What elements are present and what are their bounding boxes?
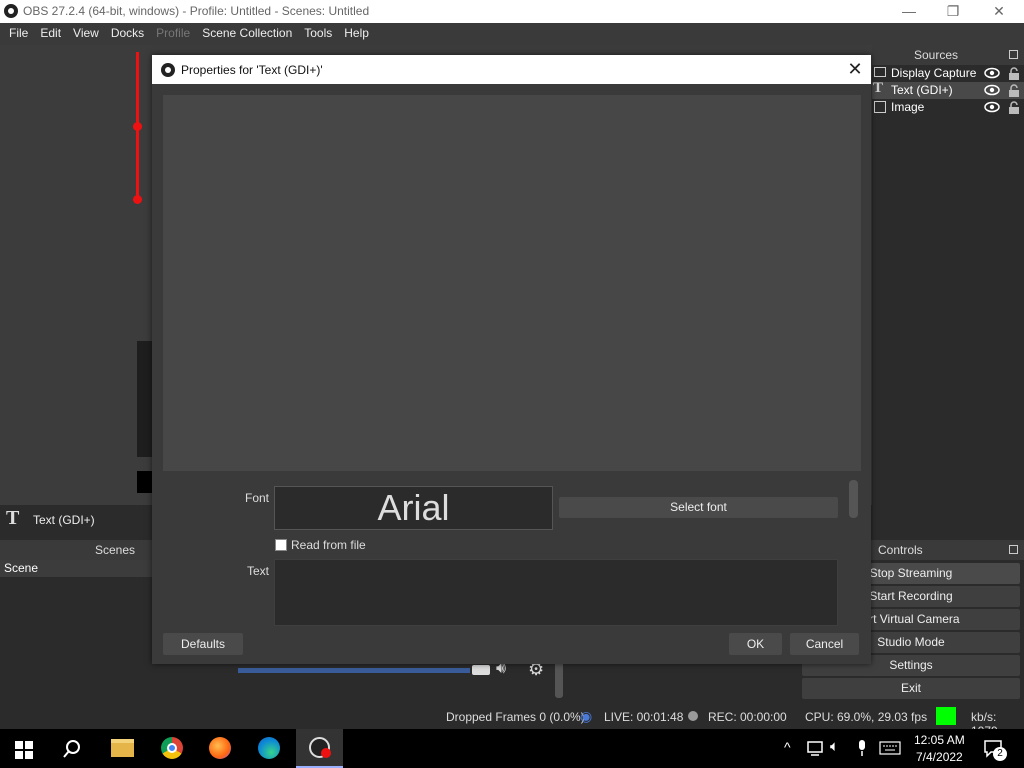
close-button[interactable]: ✕ [976,0,1022,23]
volume-meter [238,668,470,673]
canvas-fragment [137,471,152,493]
menu-file[interactable]: File [3,23,34,45]
lock-icon[interactable] [1008,101,1020,114]
file-explorer-icon[interactable] [111,739,134,757]
obs-logo-icon [4,4,18,18]
window-title: OBS 27.2.4 (64-bit, windows) - Profile: … [23,4,370,18]
obs-logo-icon [161,63,175,77]
minimize-button[interactable]: — [886,0,932,23]
canvas-fragment [137,341,152,457]
window-titlebar: OBS 27.2.4 (64-bit, windows) - Profile: … [0,0,1024,23]
obs-taskbar-button[interactable] [296,729,343,768]
properties-dialog: Properties for 'Text (GDI+)' ✕ Font Aria… [152,55,871,664]
source-item-label: Text (GDI+) [891,83,953,97]
undock-icon[interactable] [1009,545,1018,554]
sources-dock: Sources Display Capture T Text (GDI+) Im… [872,45,1024,515]
undock-icon[interactable] [1009,50,1018,59]
source-preview [163,95,861,471]
maximize-button[interactable]: ❐ [930,0,976,23]
source-item-image[interactable]: Image [872,99,1024,116]
windows-start-icon[interactable] [15,741,33,759]
network-icon[interactable] [807,741,825,757]
read-from-file-checkbox[interactable] [275,539,287,551]
text-icon: T [873,80,884,96]
lock-icon[interactable] [1008,67,1020,80]
text-icon: T [6,507,20,529]
visibility-eye-icon[interactable] [984,101,1000,113]
menu-scene-collection[interactable]: Scene Collection [196,23,298,45]
rec-time-status: REC: 00:00:00 [708,710,787,724]
firefox-icon[interactable] [209,737,231,759]
dialog-title: Properties for 'Text (GDI+)' [181,63,323,77]
search-icon[interactable] [62,739,82,759]
lock-icon[interactable] [1008,84,1020,97]
text-label: Text [247,564,270,578]
text-input[interactable] [274,559,838,626]
dropped-frames-status: Dropped Frames 0 (0.0%) [446,710,585,724]
font-label: Font [245,491,270,505]
cpu-status: CPU: 69.0%, 29.03 fps [805,710,928,724]
clock-time[interactable]: 12:05 AM [914,733,965,747]
menu-profile[interactable]: Profile [150,23,196,45]
menu-bar: File Edit View Docks Profile Scene Colle… [0,23,1024,45]
select-font-button[interactable]: Select font [559,497,838,518]
source-properties-bar: T Text (GDI+) [0,505,152,535]
defaults-button[interactable]: Defaults [163,633,243,655]
menu-view[interactable]: View [67,23,105,45]
volume-slider-handle[interactable] [472,665,490,675]
source-item-display-capture[interactable]: Display Capture [872,65,1024,82]
windows-taskbar: ^ 🔈︎ 12:05 AM 7/4/2022 2 [0,729,1024,768]
clock-date[interactable]: 7/4/2022 [916,750,963,764]
exit-button[interactable]: Exit [802,678,1020,699]
keyboard-icon[interactable] [879,741,901,755]
visibility-eye-icon[interactable] [984,84,1000,96]
image-icon [874,101,886,113]
menu-edit[interactable]: Edit [34,23,67,45]
live-broadcast-icon: ◉ [580,708,593,724]
status-bar: Dropped Frames 0 (0.0%) ◉ LIVE: 00:01:48… [0,704,1024,738]
recording-dot-icon [321,748,331,758]
resize-handle[interactable] [133,122,142,131]
dialog-close-icon[interactable]: ✕ [845,59,865,79]
chevron-up-icon[interactable]: ^ [784,739,791,755]
live-time-status: LIVE: 00:01:48 [604,710,684,724]
source-item-label: Image [891,100,925,114]
mixer-scrollbar[interactable] [555,660,563,698]
record-indicator-icon [688,711,698,721]
font-preview: Arial [274,486,553,530]
audio-mixer-fragment: 🔊︎ ⚙ [232,659,567,702]
menu-tools[interactable]: Tools [298,23,338,45]
source-item-label: Display Capture [891,66,977,80]
dialog-titlebar: Properties for 'Text (GDI+)' ✕ [152,55,871,84]
ok-button[interactable]: OK [729,633,782,655]
notification-count-badge: 2 [993,747,1007,761]
stream-health-indicator [936,707,956,725]
read-from-file-label: Read from file [291,538,366,552]
volume-icon[interactable]: 🔈︎ [830,738,839,755]
sources-dock-title: Sources [872,45,1024,65]
dialog-scrollbar[interactable] [849,480,858,518]
chrome-icon[interactable] [161,737,183,759]
visibility-eye-icon[interactable] [984,67,1000,79]
resize-handle[interactable] [133,195,142,204]
monitor-icon [874,67,886,77]
selected-source-label: Text (GDI+) [33,513,95,527]
edge-icon[interactable] [258,737,280,759]
cancel-button[interactable]: Cancel [790,633,859,655]
source-item-text-gdi[interactable]: T Text (GDI+) [872,80,1024,99]
microphone-icon[interactable] [856,739,868,757]
menu-docks[interactable]: Docks [105,23,150,45]
menu-help[interactable]: Help [338,23,375,45]
